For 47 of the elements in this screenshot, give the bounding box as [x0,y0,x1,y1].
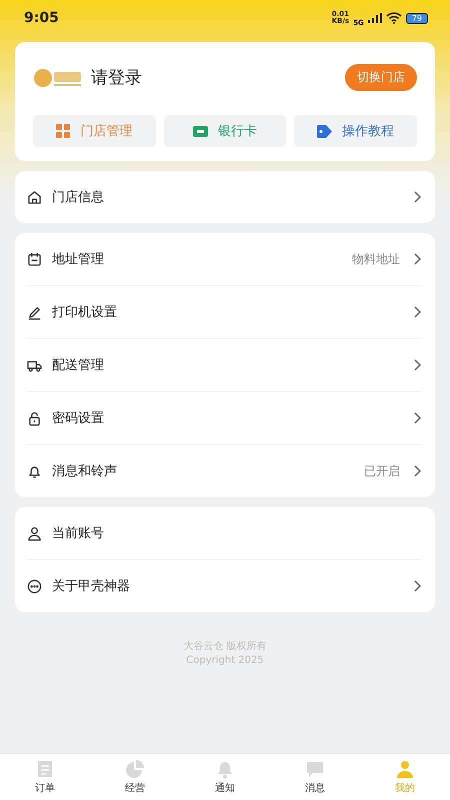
chat-icon [305,759,325,779]
logo-icon [33,66,83,88]
tab[interactable]: 订单 [0,754,90,800]
wifi-icon [386,12,402,24]
menu-label: 门店信息 [52,189,105,206]
chevron-icon [414,359,421,371]
chevron-icon [414,191,421,203]
menu-value: 物料地址 [352,250,400,268]
shortcut-button[interactable]: 操作教程 [294,115,418,147]
menu-value: 已开启 [364,462,400,480]
menu-label: 消息和铃声 [52,463,118,480]
menu-label: 密码设置 [52,410,105,427]
chevron-icon [414,412,421,424]
battery-level: 79 [406,12,428,24]
menu-label: 关于甲壳神器 [52,578,131,595]
calendar-icon [27,252,42,266]
menu-item[interactable]: 消息和铃声 已开启 [27,444,421,497]
home-icon [27,190,42,204]
menu-item[interactable]: 配送管理 [27,338,421,391]
doc-icon [35,759,55,779]
status-time: 9:05 [24,10,59,26]
pen-icon [27,304,42,320]
bell-icon [27,464,42,478]
menu-item[interactable]: 地址管理 物料地址 [27,233,421,285]
menu-label: 配送管理 [52,357,105,374]
person-icon [395,759,415,779]
pie-icon [125,759,145,779]
menu-item[interactable]: 打印机设置 [27,285,421,338]
chevron-icon [414,465,421,477]
menu-item[interactable]: 密码设置 [27,391,421,444]
menu-label: 打印机设置 [52,304,118,321]
menu-item[interactable]: 关于甲壳神器 [27,559,421,612]
tab[interactable]: 消息 [270,754,360,800]
chevron-icon [414,306,421,318]
person-icon [27,526,42,540]
bell-icon [215,759,235,779]
dots-icon [27,578,42,594]
menu-item[interactable]: 当前账号 [27,507,421,559]
menu-item[interactable]: 门店信息 [27,171,421,223]
lock-icon [27,410,42,426]
tab[interactable]: 经营 [90,754,180,800]
chevron-icon [414,253,421,265]
store-name[interactable]: 请登录 [91,66,337,89]
menu-label: 当前账号 [52,525,105,542]
tab[interactable]: 通知 [180,754,270,800]
menu-label: 地址管理 [52,251,105,268]
signal-icon [368,13,382,23]
